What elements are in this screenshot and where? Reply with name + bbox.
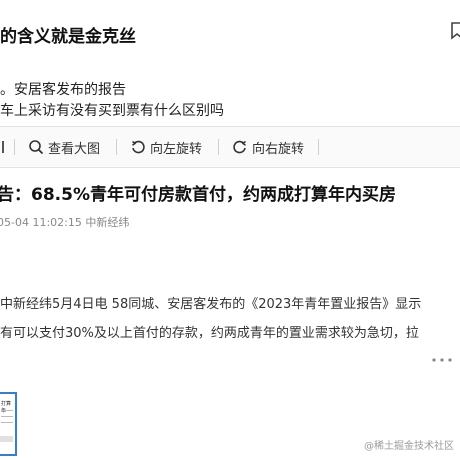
- bookmark-icon[interactable]: [450, 22, 460, 40]
- thumbnail-line: [1, 422, 13, 423]
- rotate-right-icon: [233, 140, 246, 154]
- toolbar-divider: [318, 139, 319, 155]
- view-large-button[interactable]: 查看大图: [28, 137, 100, 157]
- watermark: @稀土掘金技术社区: [364, 441, 454, 452]
- image-toolbar: 查看大图 向左旋转 向右旋转: [0, 126, 460, 168]
- article-title: 告：68.5%青年可付房款首付，约两成打算年内买房: [0, 185, 396, 205]
- related-link[interactable]: 车上采访有没有买到票有什么区别吗: [0, 101, 224, 122]
- related-title[interactable]: 的含义就是金克丝: [0, 22, 136, 47]
- rotate-left-icon: [132, 140, 145, 154]
- more-icon[interactable]: [430, 354, 454, 366]
- toolbar-left-stub: [0, 137, 4, 157]
- related-links: 。安居客发布的报告 车上采访有没有买到票有什么区别吗: [0, 80, 224, 122]
- thumbnail-caption: 打算年: [1, 401, 12, 414]
- article-meta: 05-04 11:02:15 中新经纬: [0, 216, 130, 229]
- article-paragraph: 中新经纬5月4日电 58同城、安居客发布的《2023年青年置业报告》显示: [0, 297, 422, 312]
- thumbnail-badge: [0, 436, 13, 442]
- toolbar-divider: [14, 139, 15, 155]
- view-large-label: 查看大图: [48, 141, 101, 157]
- related-link[interactable]: 。安居客发布的报告: [0, 80, 224, 101]
- rotate-left-label: 向左旋转: [150, 141, 203, 157]
- toolbar-divider: [116, 139, 117, 155]
- rotate-right-button[interactable]: 向右旋转: [232, 137, 304, 157]
- article-paragraph: 有可以支付30%及以上首付的存款，约两成青年的置业需求较为急切，拉: [0, 326, 419, 341]
- image-thumbnail[interactable]: 打算年: [0, 392, 17, 456]
- thumbnail-line: [1, 416, 13, 417]
- toolbar-divider: [218, 139, 219, 155]
- rotate-left-button[interactable]: 向左旋转: [130, 137, 202, 157]
- search-icon: [29, 140, 44, 155]
- rotate-right-label: 向右旋转: [252, 141, 305, 157]
- thumbnail-line: [1, 410, 13, 411]
